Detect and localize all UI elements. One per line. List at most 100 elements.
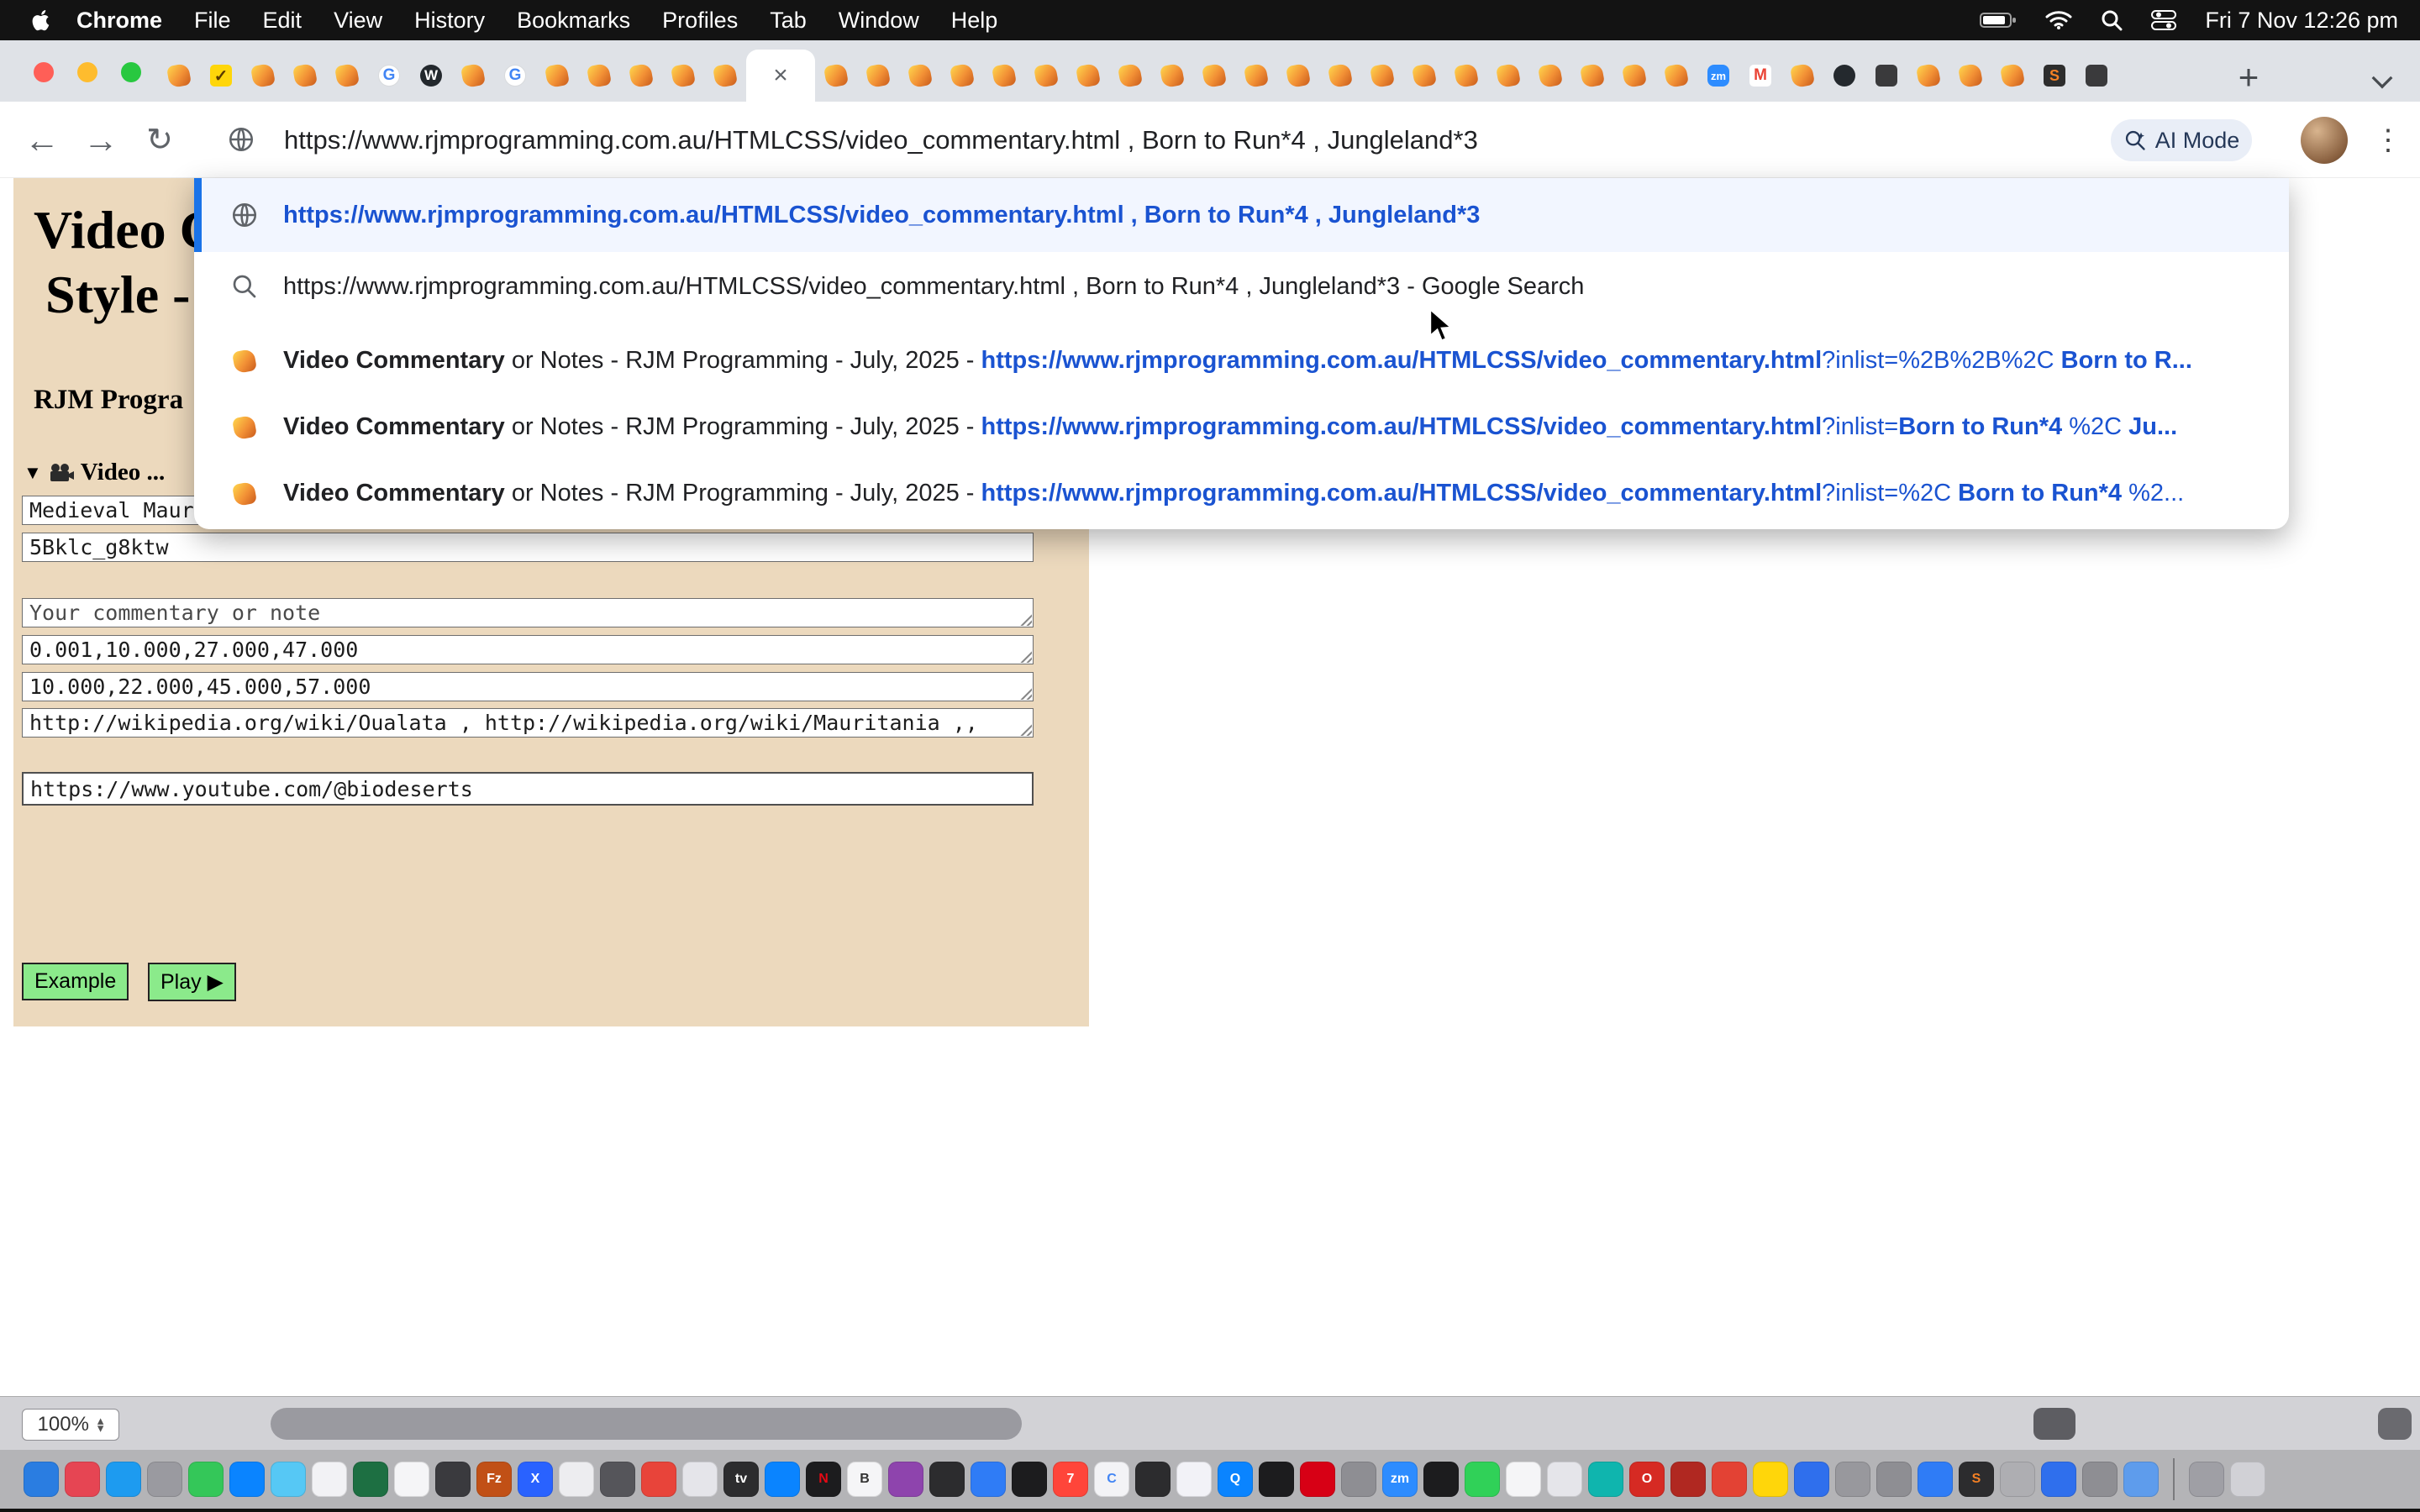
suggestion-row[interactable]: https://www.rjmprogramming.com.au/HTMLCS… [194, 178, 2289, 252]
browser-tab[interactable] [1487, 50, 1529, 102]
menu-tab[interactable]: Tab [754, 8, 823, 34]
dock-app-icon[interactable]: S [1959, 1462, 1994, 1497]
back-button[interactable]: ← [15, 102, 69, 178]
menu-profiles[interactable]: Profiles [646, 8, 754, 34]
play-button[interactable]: Play ▶ [148, 963, 236, 1001]
dock-app-icon[interactable] [65, 1462, 100, 1497]
video-id-field[interactable] [22, 533, 1034, 562]
browser-tab[interactable] [1067, 50, 1109, 102]
suggestion-row[interactable]: https://www.rjmprogramming.com.au/HTMLCS… [194, 252, 2289, 321]
dock-app-icon[interactable] [888, 1462, 923, 1497]
browser-tab[interactable] [578, 50, 620, 102]
dock-app-icon[interactable] [1835, 1462, 1870, 1497]
browser-tab[interactable] [1949, 50, 1991, 102]
browser-tab[interactable] [1151, 50, 1193, 102]
tab-search-chevron-icon[interactable] [2372, 68, 2393, 89]
dock-app-icon[interactable] [1341, 1462, 1376, 1497]
browser-tab[interactable] [452, 50, 494, 102]
browser-tab[interactable]: M [1739, 50, 1781, 102]
dock-app-icon[interactable] [971, 1462, 1006, 1497]
browser-tab[interactable] [242, 50, 284, 102]
browser-tab[interactable] [1277, 50, 1319, 102]
suggestion-row[interactable]: Video Commentary or Notes - RJM Programm… [194, 394, 2289, 460]
dock-app-icon[interactable]: Fz [476, 1462, 512, 1497]
dock-app-icon[interactable] [271, 1462, 306, 1497]
suggestion-row[interactable]: Video Commentary or Notes - RJM Programm… [194, 460, 2289, 527]
browser-tab[interactable]: zm [1697, 50, 1739, 102]
dock-app-icon[interactable] [188, 1462, 224, 1497]
dock-app-icon[interactable]: C [1094, 1462, 1129, 1497]
browser-tab[interactable] [1823, 50, 1865, 102]
dock-app-icon[interactable] [2082, 1462, 2118, 1497]
minimize-window-button[interactable] [77, 62, 97, 82]
dock-app-icon[interactable] [147, 1462, 182, 1497]
menu-chrome[interactable]: Chrome [60, 8, 178, 34]
end-times-field[interactable] [22, 672, 1034, 701]
menu-file[interactable]: File [178, 8, 247, 34]
dock-app-icon[interactable] [24, 1462, 59, 1497]
browser-tab[interactable] [1529, 50, 1571, 102]
browser-tab[interactable] [1613, 50, 1655, 102]
dock-app-icon[interactable] [1547, 1462, 1582, 1497]
details-triangle-icon[interactable]: ▼ [24, 462, 42, 484]
browser-tab[interactable]: W [410, 50, 452, 102]
browser-tab[interactable] [1781, 50, 1823, 102]
dock-app-icon[interactable] [2123, 1462, 2159, 1497]
dock-app-icon[interactable] [1423, 1462, 1459, 1497]
dock-app-icon[interactable] [1506, 1462, 1541, 1497]
menu-bookmarks[interactable]: Bookmarks [501, 8, 646, 34]
dock-app-icon[interactable] [1712, 1462, 1747, 1497]
forward-button[interactable]: → [74, 102, 128, 178]
dock-app-icon[interactable]: tv [723, 1462, 759, 1497]
browser-tab[interactable] [815, 50, 857, 102]
browser-tab[interactable] [2075, 50, 2118, 102]
menubar-clock[interactable]: Fri 7 Nov 12:26 pm [2205, 8, 2398, 34]
browser-tab[interactable]: G [494, 50, 536, 102]
start-times-field[interactable] [22, 635, 1034, 664]
browser-tab[interactable] [1025, 50, 1067, 102]
dock-app-icon[interactable] [312, 1462, 347, 1497]
profile-avatar[interactable] [2301, 117, 2348, 164]
dock-app-icon[interactable] [2000, 1462, 2035, 1497]
browser-tab[interactable] [857, 50, 899, 102]
browser-tab[interactable] [284, 50, 326, 102]
dock-app-icon[interactable] [1588, 1462, 1623, 1497]
dock-app-icon[interactable] [1876, 1462, 1912, 1497]
horizontal-scrollbar-thumb[interactable] [271, 1408, 1022, 1440]
scrollbar-segment[interactable] [2378, 1408, 2412, 1440]
browser-tab[interactable] [536, 50, 578, 102]
dock-app-icon[interactable] [559, 1462, 594, 1497]
browser-tab[interactable] [326, 50, 368, 102]
browser-tab[interactable] [1655, 50, 1697, 102]
menu-view[interactable]: View [318, 8, 398, 34]
dock-app-icon[interactable] [600, 1462, 635, 1497]
browser-tab[interactable] [1109, 50, 1151, 102]
dock-app-icon[interactable] [2189, 1462, 2224, 1497]
browser-tab[interactable] [1445, 50, 1487, 102]
browser-tab[interactable]: ✓ [200, 50, 242, 102]
browser-tab[interactable] [899, 50, 941, 102]
browser-tab[interactable]: S [2033, 50, 2075, 102]
browser-tab[interactable] [1235, 50, 1277, 102]
close-tab-icon[interactable]: × [773, 63, 788, 88]
reload-button[interactable]: ↻ [133, 102, 187, 178]
ai-mode-button[interactable]: AI Mode [2111, 119, 2252, 161]
browser-tab[interactable] [1991, 50, 2033, 102]
dock-app-icon[interactable] [1794, 1462, 1829, 1497]
zoom-stepper[interactable]: ▴▾ [97, 1417, 104, 1433]
dock-app-icon[interactable] [1465, 1462, 1500, 1497]
browser-tab[interactable] [158, 50, 200, 102]
menu-help[interactable]: Help [935, 8, 1014, 34]
browser-tab[interactable] [704, 50, 746, 102]
browser-tab[interactable] [1571, 50, 1613, 102]
dock-app-icon[interactable] [1135, 1462, 1171, 1497]
dock-app-icon[interactable] [229, 1462, 265, 1497]
scrollbar-segment[interactable] [2033, 1408, 2075, 1440]
browser-tab[interactable] [1319, 50, 1361, 102]
fullscreen-window-button[interactable] [121, 62, 141, 82]
dock-app-icon[interactable] [106, 1462, 141, 1497]
menu-history[interactable]: History [398, 8, 501, 34]
dock-app-icon[interactable] [435, 1462, 471, 1497]
links-field[interactable] [22, 708, 1034, 738]
suggestion-row[interactable]: Video Commentary or Notes - RJM Programm… [194, 328, 2289, 394]
